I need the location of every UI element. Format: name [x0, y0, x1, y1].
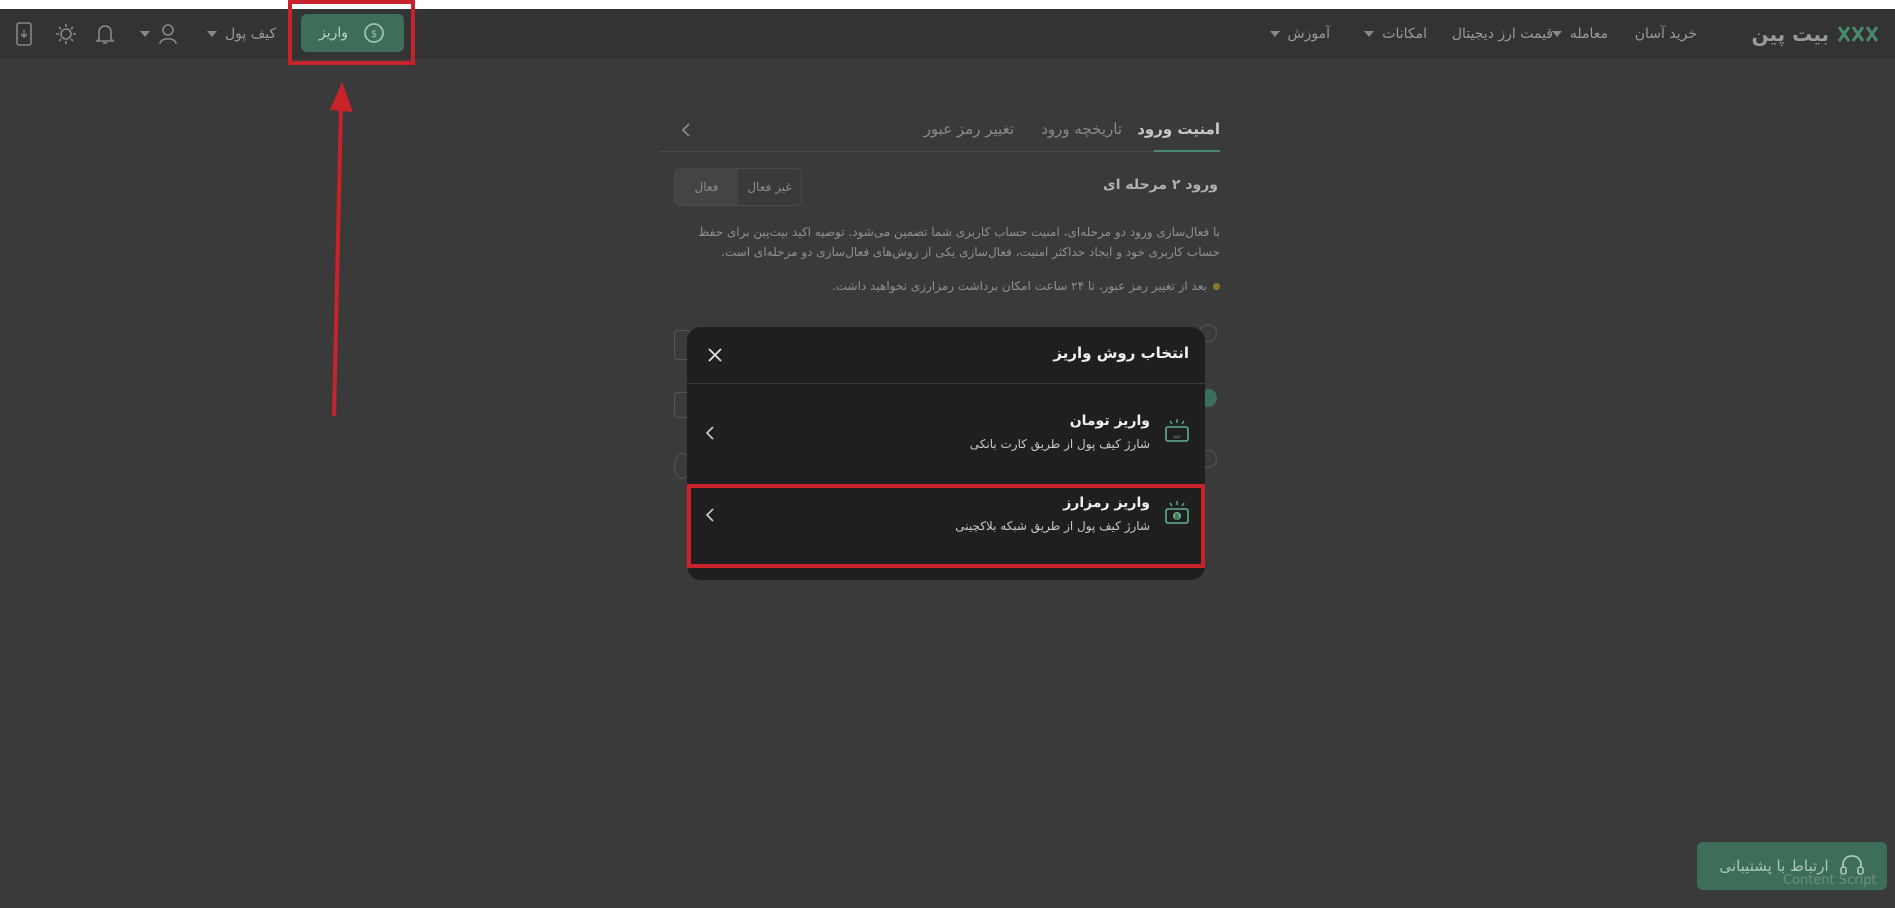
chevron-down-icon [1364, 31, 1375, 37]
nav-item-label: معامله [1569, 26, 1608, 42]
warning-text: بعد از تغییر رمز عبور، تا ۲۴ ساعت امکان … [831, 279, 1207, 293]
mobile-app-icon [16, 22, 32, 46]
modal-title: انتخاب روش واریز [1053, 344, 1189, 362]
two-factor-title: ورود ۲ مرحله ای [1102, 177, 1218, 193]
nav-item-education[interactable]: آموزش [1269, 9, 1330, 59]
nav-item-label: آموزش [1287, 26, 1330, 42]
nav-item-trade[interactable]: معامله [1551, 9, 1608, 59]
annotation-box-deposit [288, 0, 415, 65]
active-tab-indicator [1154, 150, 1220, 152]
nav-item-features[interactable]: امکانات [1364, 9, 1427, 59]
sun-icon [56, 24, 76, 44]
close-button[interactable] [703, 343, 727, 367]
option-toman-deposit[interactable]: ت واریز تومان شارژ کیف پول از طریق کارت … [687, 395, 1205, 475]
logo[interactable]: بیت پین [1752, 9, 1883, 59]
theme-toggle[interactable] [55, 9, 77, 59]
chevron-down-icon [1269, 31, 1280, 37]
close-icon [708, 348, 722, 362]
option-title: واریز تومان [1069, 413, 1150, 429]
toggle-off-label: غیر فعال [747, 180, 792, 194]
tab-login-history[interactable]: تاریخچه ورود [1041, 120, 1122, 138]
toman-deposit-icon: ت [1165, 419, 1189, 442]
wallet-label: کیف پول [225, 26, 277, 42]
tab-change-password[interactable]: تغییر رمز عبور [924, 120, 1014, 138]
annotation-arrow-icon [330, 82, 353, 417]
chevron-left-icon [705, 426, 714, 440]
svg-text:ت: ت [1173, 431, 1181, 440]
user-icon [159, 24, 177, 45]
user-menu[interactable] [140, 9, 178, 59]
chevron-down-icon [1551, 31, 1562, 37]
password-warning: بعد از تغییر رمز عبور، تا ۲۴ ساعت امکان … [660, 279, 1220, 293]
toggle-off[interactable]: غیر فعال [738, 169, 801, 205]
nav-item-label: قیمت ارز دیجیتال [1451, 26, 1553, 42]
mobile-app-button[interactable] [14, 9, 34, 59]
chevron-down-icon [140, 31, 150, 37]
top-strip [0, 0, 1895, 9]
warning-dot-icon [1213, 283, 1220, 290]
nav-item-label: خرید آسان [1634, 26, 1697, 42]
modal-header: انتخاب روش واریز [687, 327, 1205, 384]
nav-item-easy-buy[interactable]: خرید آسان [1635, 9, 1697, 59]
logo-mark-icon [1837, 26, 1879, 42]
nav-item-crypto-prices[interactable]: قیمت ارز دیجیتال [1452, 9, 1553, 59]
two-factor-description: با فعال‌سازی ورود دو مرحله‌ای، امنیت حسا… [698, 225, 1220, 259]
security-tabs: امنیت ورود تاریخچه ورود تغییر رمز عبور [660, 110, 1220, 152]
nav-item-label: امکانات [1382, 26, 1427, 42]
tab-login-security[interactable]: امنیت ورود [1137, 120, 1220, 138]
navbar: بیت پین خرید آسان معامله قیمت ارز دیجیتا… [0, 9, 1895, 59]
toggle-on[interactable]: فعال [675, 169, 738, 205]
bell-icon [95, 25, 115, 44]
option-subtitle: شارژ کیف پول از طریق کارت بانکی [969, 437, 1150, 451]
toggle-on-label: فعال [694, 180, 719, 194]
notifications-button[interactable] [95, 9, 115, 59]
two-factor-toggle[interactable]: فعال غیر فعال [674, 168, 802, 206]
wallet-menu[interactable]: کیف پول [207, 9, 276, 59]
content-script-label: Content Script [1783, 873, 1877, 888]
logo-text: بیت پین [1751, 22, 1829, 46]
chevron-left-icon[interactable] [679, 122, 693, 138]
annotation-box-crypto-option [687, 484, 1205, 568]
chevron-down-icon [207, 31, 217, 37]
